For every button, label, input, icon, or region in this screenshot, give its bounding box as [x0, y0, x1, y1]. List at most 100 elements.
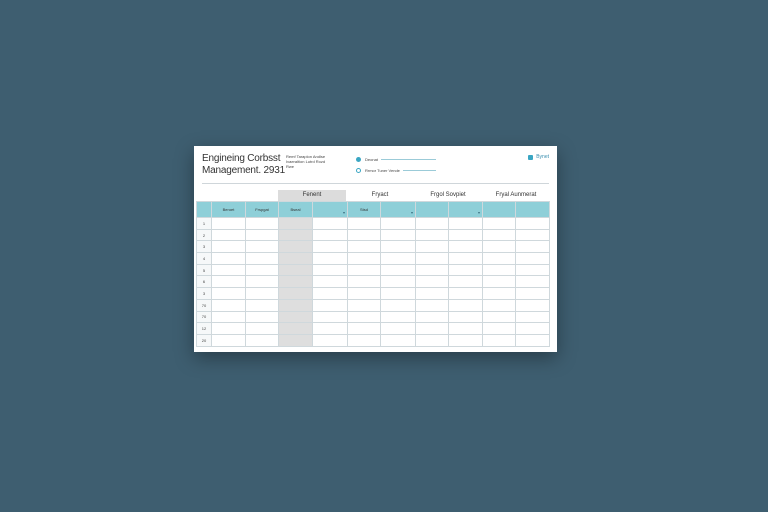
- grid-cell[interactable]: [415, 275, 449, 289]
- column-header[interactable]: Bseal: [278, 201, 313, 218]
- grid-cell[interactable]: [448, 252, 483, 265]
- grid-cell[interactable]: [245, 322, 279, 335]
- grid-cell[interactable]: [380, 228, 416, 242]
- grid-cell[interactable]: [211, 252, 246, 265]
- grid-cell[interactable]: [347, 228, 381, 242]
- grid-cell[interactable]: [278, 240, 313, 254]
- grid-cell[interactable]: [312, 310, 348, 324]
- grid-cell[interactable]: [245, 240, 279, 254]
- grid-cell[interactable]: [448, 298, 483, 312]
- grid-cell[interactable]: [245, 333, 279, 347]
- grid-cell[interactable]: [347, 263, 381, 277]
- grid-cell[interactable]: [448, 333, 483, 347]
- grid-cell[interactable]: [515, 310, 550, 324]
- grid-cell[interactable]: [482, 252, 516, 265]
- grid-cell[interactable]: [380, 322, 416, 335]
- grid-cell[interactable]: [415, 252, 449, 265]
- grid-cell[interactable]: [312, 228, 348, 242]
- grid-cell[interactable]: [415, 298, 449, 312]
- grid-cell[interactable]: [347, 287, 381, 300]
- grid-cell[interactable]: [278, 310, 313, 324]
- grid-cell[interactable]: [515, 228, 550, 242]
- grid-cell[interactable]: [415, 240, 449, 254]
- grid-cell[interactable]: [211, 298, 246, 312]
- grid-cell[interactable]: [211, 333, 246, 347]
- grid-cell[interactable]: [515, 333, 550, 347]
- column-header[interactable]: [482, 201, 516, 218]
- grid-cell[interactable]: [515, 240, 550, 254]
- grid-cell[interactable]: [515, 322, 550, 335]
- grid-cell[interactable]: [211, 287, 246, 300]
- grid-cell[interactable]: [312, 287, 348, 300]
- grid-cell[interactable]: [380, 287, 416, 300]
- grid-cell[interactable]: [448, 287, 483, 300]
- grid-cell[interactable]: [415, 333, 449, 347]
- sort-icon[interactable]: ▾: [411, 210, 413, 215]
- grid-cell[interactable]: [448, 275, 483, 289]
- grid-cell[interactable]: [211, 240, 246, 254]
- grid-cell[interactable]: [448, 228, 483, 242]
- sort-icon[interactable]: ▾: [343, 210, 345, 215]
- grid-cell[interactable]: [245, 217, 279, 230]
- grid-cell[interactable]: [415, 228, 449, 242]
- grid-cell[interactable]: [482, 310, 516, 324]
- grid-cell[interactable]: [211, 217, 246, 230]
- grid-cell[interactable]: [380, 310, 416, 324]
- grid-cell[interactable]: [380, 263, 416, 277]
- grid-cell[interactable]: [448, 263, 483, 277]
- grid-cell[interactable]: [245, 252, 279, 265]
- column-header[interactable]: ▾: [312, 201, 348, 218]
- legend-item[interactable]: Rrmor Tuner Vende: [356, 165, 436, 176]
- grid-cell[interactable]: [380, 275, 416, 289]
- grid-cell[interactable]: [347, 217, 381, 230]
- grid-cell[interactable]: [515, 263, 550, 277]
- grid-cell[interactable]: [312, 322, 348, 335]
- grid-cell[interactable]: [245, 298, 279, 312]
- grid-cell[interactable]: [312, 298, 348, 312]
- grid-cell[interactable]: [312, 333, 348, 347]
- grid-cell[interactable]: [515, 287, 550, 300]
- grid-cell[interactable]: [482, 240, 516, 254]
- grid-cell[interactable]: [312, 217, 348, 230]
- grid-cell[interactable]: [448, 217, 483, 230]
- column-header[interactable]: Stsd: [347, 201, 381, 218]
- grid-cell[interactable]: [245, 263, 279, 277]
- grid-cell[interactable]: [482, 298, 516, 312]
- grid-cell[interactable]: [482, 275, 516, 289]
- grid-cell[interactable]: [278, 217, 313, 230]
- grid-cell[interactable]: [211, 275, 246, 289]
- grid-cell[interactable]: [211, 228, 246, 242]
- grid-cell[interactable]: [482, 322, 516, 335]
- grid-cell[interactable]: [312, 240, 348, 254]
- grid-cell[interactable]: [380, 252, 416, 265]
- grid-cell[interactable]: [448, 322, 483, 335]
- grid-cell[interactable]: [380, 217, 416, 230]
- grid-cell[interactable]: [448, 240, 483, 254]
- grid-cell[interactable]: [415, 310, 449, 324]
- grid-cell[interactable]: [482, 287, 516, 300]
- grid-cell[interactable]: [211, 310, 246, 324]
- grid-cell[interactable]: [347, 322, 381, 335]
- grid-cell[interactable]: [380, 333, 416, 347]
- grid-cell[interactable]: [347, 240, 381, 254]
- sort-icon[interactable]: ▾: [478, 210, 480, 215]
- grid-cell[interactable]: [515, 298, 550, 312]
- grid-cell[interactable]: [482, 217, 516, 230]
- grid-cell[interactable]: [347, 252, 381, 265]
- grid-cell[interactable]: [482, 228, 516, 242]
- grid-cell[interactable]: [278, 228, 313, 242]
- grid-cell[interactable]: [415, 217, 449, 230]
- grid-cell[interactable]: [347, 310, 381, 324]
- grid-cell[interactable]: [515, 217, 550, 230]
- grid-cell[interactable]: [515, 275, 550, 289]
- grid-cell[interactable]: [415, 322, 449, 335]
- grid-cell[interactable]: [347, 333, 381, 347]
- grid-cell[interactable]: [312, 275, 348, 289]
- grid-cell[interactable]: [347, 298, 381, 312]
- grid-cell[interactable]: [245, 287, 279, 300]
- corner-cell[interactable]: [196, 201, 212, 218]
- grid-cell[interactable]: [482, 263, 516, 277]
- top-right-control[interactable]: Bynet: [528, 154, 549, 160]
- legend-item[interactable]: Deonat: [356, 154, 436, 165]
- grid-cell[interactable]: [448, 310, 483, 324]
